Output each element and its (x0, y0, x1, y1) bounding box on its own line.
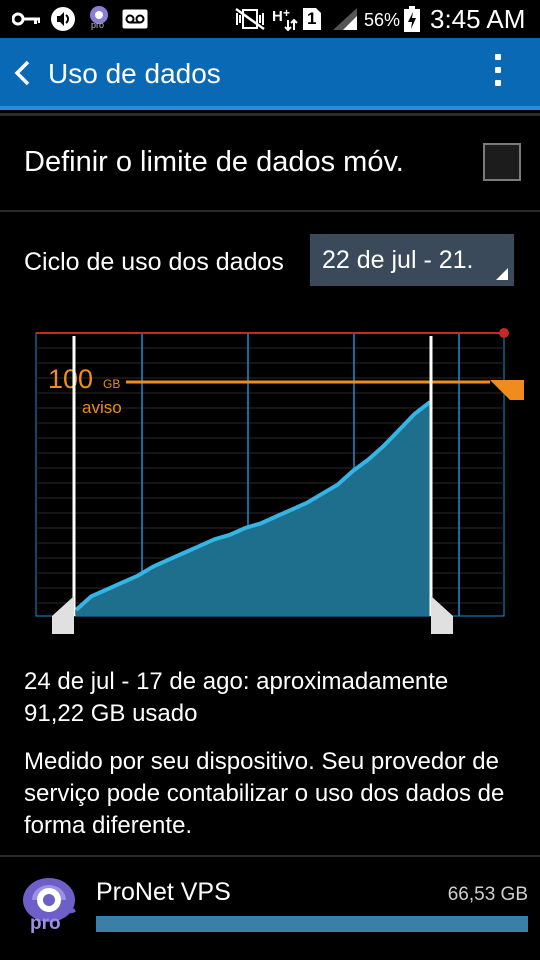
pro-app-badge: pro (91, 20, 105, 30)
overflow-menu-icon[interactable] (488, 54, 508, 96)
clock: 3:45 AM (430, 4, 526, 34)
cycle-label: Ciclo de uso dos dados (24, 248, 284, 276)
cycle-dropdown[interactable]: 22 de jul - 21. (310, 234, 514, 286)
data-limit-checkbox[interactable] (483, 143, 521, 181)
app-usage-bar (96, 916, 528, 932)
app-usage-size: 66,53 GB (447, 884, 528, 905)
cycle-end-handle[interactable] (431, 616, 453, 634)
divider (0, 855, 540, 857)
app-name: ProNet VPS (96, 878, 231, 906)
svg-text:H: H (272, 8, 283, 25)
svg-text:+: + (283, 6, 290, 20)
pronet-app-badge: pro (30, 913, 61, 934)
data-usage-chart[interactable]: 100 GB aviso (0, 320, 540, 640)
header-divider (0, 113, 540, 116)
dropdown-corner-icon (496, 268, 508, 280)
page-title[interactable]: Uso de dados (48, 58, 221, 90)
volume-icon (50, 6, 76, 32)
chevron-left-icon[interactable] (10, 58, 34, 88)
limit-handle[interactable] (499, 328, 509, 338)
usage-summary: 24 de jul - 17 de ago: aproximadamente 9… (24, 666, 524, 730)
warning-unit: GB (103, 377, 120, 391)
status-bar: pro H + 1 56% 3:45 AM (0, 0, 540, 38)
signal-icon (330, 6, 358, 32)
key-icon (12, 6, 42, 32)
sim-slot-label: 1 (307, 9, 317, 28)
summary-range: 24 de jul - 17 de ago: aproximadamente (24, 668, 449, 695)
battery-percent: 56% (364, 10, 401, 30)
measurement-note: Medido por seu dispositivo. Seu provedor… (24, 748, 505, 839)
divider (0, 210, 540, 212)
no-signal-vibrate-icon (234, 6, 266, 32)
warning-value: 100 (48, 364, 93, 394)
hplus-data-icon: H + (272, 6, 298, 32)
action-bar: Uso de dados (0, 38, 540, 110)
summary-total: 91,22 GB usado (24, 700, 198, 727)
cycle-selected-value: 22 de jul - 21. (322, 246, 474, 274)
voicemail-icon (122, 6, 148, 32)
cycle-start-handle[interactable] (52, 616, 74, 634)
app-usage-row[interactable]: pro ProNet VPS 66,53 GB (0, 858, 540, 958)
battery-charging-icon (404, 6, 420, 32)
data-limit-label[interactable]: Definir o limite de dados móv. (24, 146, 404, 179)
warning-label: aviso (82, 398, 122, 417)
